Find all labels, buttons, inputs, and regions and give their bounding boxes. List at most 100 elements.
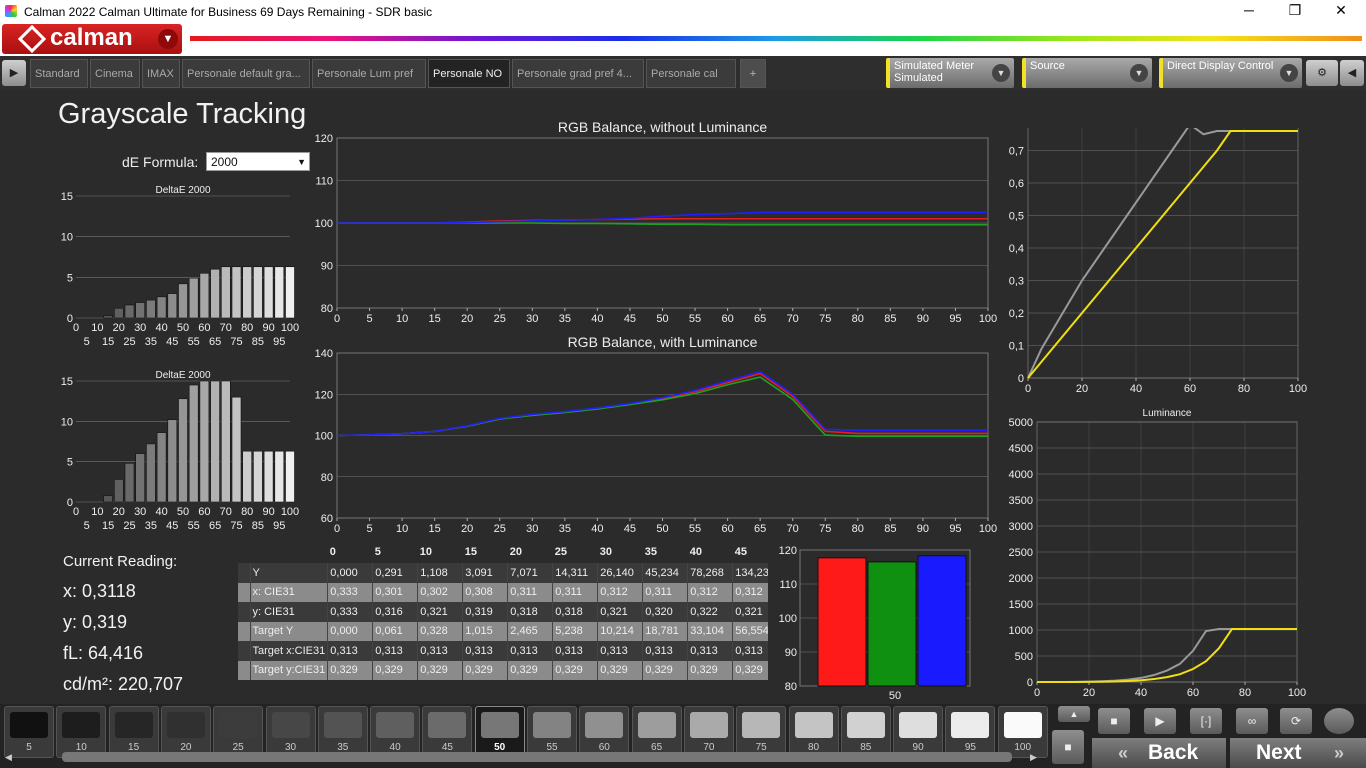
record-button[interactable] xyxy=(1324,708,1354,734)
x-tick-label: 60 xyxy=(721,523,733,535)
table-cell: 26,140 xyxy=(597,563,644,583)
tab-3[interactable]: Personale default gra... xyxy=(182,59,310,88)
back-button[interactable]: « Back xyxy=(1092,738,1226,768)
table-corner xyxy=(238,582,251,602)
stop-pattern-button[interactable]: ■ xyxy=(1052,730,1084,764)
table-cell: 0,313 xyxy=(687,641,734,661)
add-tab-button[interactable]: + xyxy=(740,59,766,88)
patch-50[interactable]: 50 xyxy=(474,706,525,758)
x-tick-label: 20 xyxy=(113,322,125,334)
patch-60[interactable]: 60 xyxy=(579,706,630,758)
plot-area xyxy=(1027,128,1299,379)
x-tick-label: 70 xyxy=(220,322,232,334)
patch-swatch xyxy=(533,712,571,738)
patch-20[interactable]: 20 xyxy=(160,706,211,758)
table-cell: 0,321 xyxy=(732,602,768,622)
next-button[interactable]: Next » xyxy=(1230,738,1366,768)
patch-5[interactable]: 5 xyxy=(4,706,54,758)
y-tick-label: 100 xyxy=(779,613,797,625)
tab-1[interactable]: Cinema xyxy=(90,59,140,88)
patch-85[interactable]: 85 xyxy=(840,706,891,758)
settings-button[interactable]: ⚙ xyxy=(1306,60,1338,86)
x-tick-label: 60 xyxy=(1184,383,1196,395)
bar xyxy=(146,443,156,503)
tab-scroll-left-button[interactable]: ▶ xyxy=(2,60,26,86)
patch-10[interactable]: 10 xyxy=(56,706,107,758)
x-tick-label: 90 xyxy=(917,313,929,325)
close-button[interactable]: ✕ xyxy=(1326,2,1356,19)
patch-45[interactable]: 45 xyxy=(422,706,473,758)
ddc-selector[interactable]: Direct Display Control ▼ xyxy=(1159,58,1302,88)
table-corner xyxy=(238,641,251,661)
y-tick-label: 0,3 xyxy=(1009,276,1024,288)
y-tick-label: 80 xyxy=(785,681,797,693)
read-series-button[interactable]: [·] xyxy=(1190,708,1222,734)
table-cell: 0,322 xyxy=(687,602,734,622)
table-cell: 0,318 xyxy=(507,602,554,622)
calman-menu-button[interactable]: calman ▼ xyxy=(2,24,182,54)
tab-5[interactable]: Personale NO xyxy=(428,59,510,88)
table-cell: 0,316 xyxy=(372,602,419,622)
meter-selector[interactable]: Simulated Meter Simulated ▼ xyxy=(886,58,1014,88)
patch-55[interactable]: 55 xyxy=(527,706,577,758)
table-cell: 0,000 xyxy=(327,621,374,641)
patch-65[interactable]: 65 xyxy=(631,706,682,758)
de-formula-select[interactable]: 2000 ▼ xyxy=(206,152,310,171)
patch-75[interactable]: 75 xyxy=(736,706,787,758)
table-cell: 0,329 xyxy=(642,660,689,680)
table-cell: 7,071 xyxy=(507,563,554,583)
tab-6[interactable]: Personale grad pref 4... xyxy=(512,59,644,88)
tab-7[interactable]: Personale cal xyxy=(646,59,736,88)
y-tick-label: 4000 xyxy=(1009,469,1033,481)
table-col-header: 35 xyxy=(642,541,688,563)
patch-up-button[interactable]: ▲ xyxy=(1058,706,1090,722)
x-tick-label: 65 xyxy=(754,313,766,325)
bracket-icon: [·] xyxy=(1200,714,1212,728)
tab-0[interactable]: Standard xyxy=(30,59,88,88)
scroll-right-icon[interactable]: ▶ xyxy=(1030,752,1037,763)
patch-swatch xyxy=(1003,712,1042,738)
bar xyxy=(146,299,156,319)
patch-25[interactable]: 25 xyxy=(213,706,264,758)
collapse-panel-button[interactable]: ◀ xyxy=(1340,60,1364,86)
x-tick-label: 45 xyxy=(624,523,636,535)
x-tick-label: 65 xyxy=(209,336,221,348)
bar xyxy=(199,272,210,319)
patch-70[interactable]: 70 xyxy=(683,706,734,758)
x-tick-label: 100 xyxy=(281,322,299,334)
source-selector[interactable]: Source ▼ xyxy=(1022,58,1152,88)
table-cell: 0,313 xyxy=(372,641,419,661)
patch-scrollbar[interactable] xyxy=(62,752,1012,762)
x-tick-label: 100 xyxy=(979,313,997,325)
tab-2[interactable]: IMAX xyxy=(142,59,180,88)
patch-30[interactable]: 30 xyxy=(265,706,316,758)
stop-button[interactable]: ■ xyxy=(1098,708,1130,734)
scroll-left-icon[interactable]: ◀ xyxy=(5,752,12,763)
y-tick-label: 2000 xyxy=(1009,573,1033,585)
deltae-chart-top: DeltaE 200005101505101520253035404550556… xyxy=(61,185,299,348)
bar xyxy=(135,302,145,319)
x-tick-label: 95 xyxy=(273,520,285,532)
y-tick-label: 10 xyxy=(61,232,73,244)
play-button[interactable]: ▶ xyxy=(1144,708,1176,734)
x-tick-label: 10 xyxy=(396,523,408,535)
x-tick-label: 10 xyxy=(91,322,103,334)
patch-100[interactable]: 100 xyxy=(997,706,1048,758)
continuous-button[interactable]: ∞ xyxy=(1236,708,1268,734)
y-tick-label: 0,5 xyxy=(1009,211,1024,223)
y-tick-label: 15 xyxy=(61,376,73,388)
maximize-button[interactable]: ❐ xyxy=(1280,2,1310,19)
patch-95[interactable]: 95 xyxy=(945,706,996,758)
tab-4[interactable]: Personale Lum pref xyxy=(312,59,426,88)
bar xyxy=(114,307,124,319)
minimize-button[interactable]: ─ xyxy=(1234,2,1264,18)
table-cell: 18,781 xyxy=(642,621,689,641)
x-tick-label: 40 xyxy=(591,523,603,535)
patch-90[interactable]: 90 xyxy=(893,706,944,758)
patch-40[interactable]: 40 xyxy=(370,706,421,758)
patch-15[interactable]: 15 xyxy=(108,706,159,758)
refresh-button[interactable]: ⟳ xyxy=(1280,708,1312,734)
patch-35[interactable]: 35 xyxy=(317,706,368,758)
patch-80[interactable]: 80 xyxy=(788,706,839,758)
bar xyxy=(114,479,124,503)
